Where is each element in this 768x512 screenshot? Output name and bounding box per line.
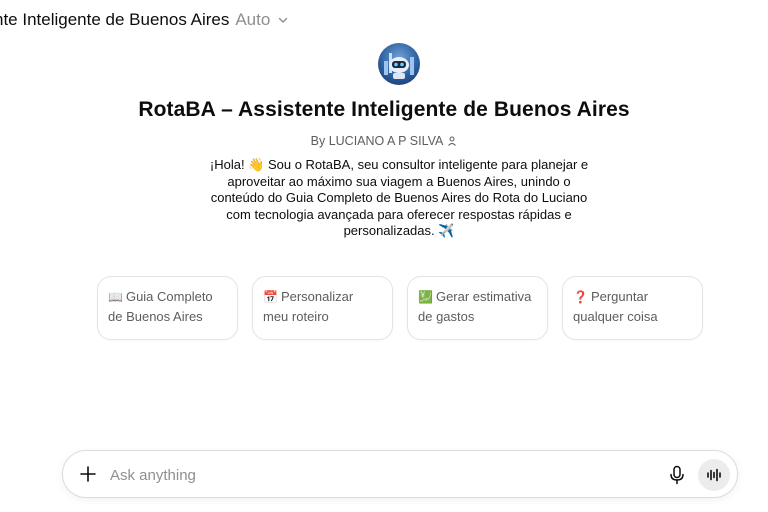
starter-personalizar-roteiro[interactable]: 📅 Personalizar meu roteiro <box>252 276 393 340</box>
question-icon: ❓ <box>573 290 588 304</box>
calendar-icon: 📅 <box>263 290 278 304</box>
conversation-starters: 📖 Guia Completo de Buenos Aires 📅 Personal… <box>97 276 703 340</box>
plus-icon[interactable] <box>79 465 97 483</box>
starter-label: Guia Completo de Buenos Aires <box>108 289 213 324</box>
message-input[interactable] <box>108 462 652 488</box>
starter-guia-completo[interactable]: 📖 Guia Completo de Buenos Aires <box>97 276 238 340</box>
model-switcher[interactable]: nte Inteligente de Buenos Aires Auto <box>0 6 288 34</box>
starter-estimativa-gastos[interactable]: 💹 Gerar estimativa de gastos <box>407 276 548 340</box>
starter-label: Gerar estimativa de gastos <box>418 289 532 324</box>
gpt-title: nte Inteligente de Buenos Aires <box>0 10 230 29</box>
gpt-author: By LUCIANO A P SILVA <box>0 134 768 148</box>
voice-wave-icon <box>707 468 721 482</box>
message-composer <box>62 450 738 498</box>
person-icon <box>448 136 457 146</box>
chart-icon: 💹 <box>418 290 433 304</box>
mode-label: Auto <box>235 10 271 29</box>
chevron-down-icon <box>279 17 288 23</box>
microphone-icon[interactable] <box>669 465 685 485</box>
book-icon: 📖 <box>108 290 123 304</box>
starter-perguntar[interactable]: ❓ Perguntar qualquer coisa <box>562 276 703 340</box>
gpt-avatar <box>378 43 420 85</box>
author-label: By LUCIANO A P SILVA <box>310 134 444 148</box>
gpt-name: RotaBA – Assistente Inteligente de Bueno… <box>138 98 630 121</box>
gpt-description: ¡Hola! 👋 Sou o RotaBA, seu consultor int… <box>209 157 589 238</box>
voice-mode-button[interactable] <box>698 459 730 491</box>
